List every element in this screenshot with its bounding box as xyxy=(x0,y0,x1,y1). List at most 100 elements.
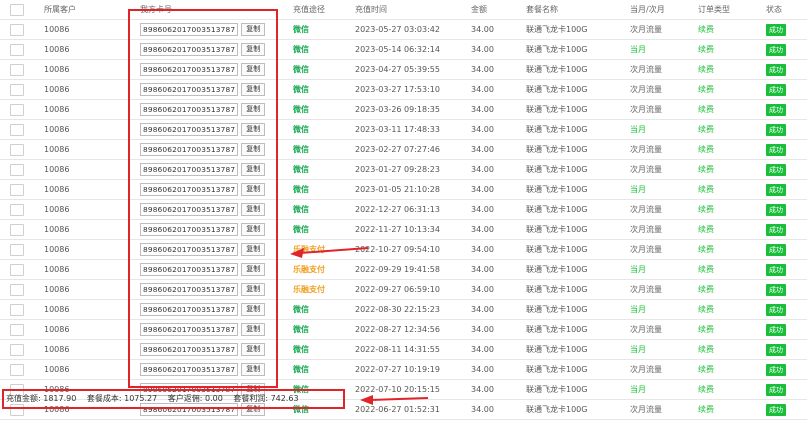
cell-time: 2023-01-05 21:10:28 xyxy=(355,185,440,194)
row-checkbox-cell[interactable] xyxy=(10,360,24,379)
row-checkbox-cell[interactable] xyxy=(10,120,24,139)
cell-amount: 34.00 xyxy=(471,45,494,54)
copy-button[interactable]: 复制 xyxy=(241,323,266,336)
row-checkbox-cell[interactable] xyxy=(10,60,24,79)
cell-month: 次月流量 xyxy=(630,85,662,94)
cell-month: 次月流量 xyxy=(630,145,662,154)
copy-button[interactable]: 复制 xyxy=(241,43,266,56)
row-checkbox[interactable] xyxy=(10,284,24,296)
copy-button[interactable]: 复制 xyxy=(241,123,266,136)
cell-month: 次月流量 xyxy=(630,105,662,114)
cell-channel: 微信 xyxy=(293,325,309,334)
row-checkbox-cell[interactable] xyxy=(10,20,24,39)
copy-button[interactable]: 复制 xyxy=(241,143,266,156)
row-checkbox[interactable] xyxy=(10,184,24,196)
row-checkbox-cell[interactable] xyxy=(10,240,24,259)
cell-order-type: 续费 xyxy=(698,185,714,194)
cell-order-type: 续费 xyxy=(698,325,714,334)
copy-button[interactable]: 复制 xyxy=(241,263,266,276)
cell-status: 成功 xyxy=(766,80,786,99)
cell-plan: 联通飞龙卡100G xyxy=(526,165,588,174)
row-checkbox[interactable] xyxy=(10,24,24,36)
cell-plan: 联通飞龙卡100G xyxy=(526,245,588,254)
row-checkbox[interactable] xyxy=(10,364,24,376)
status-badge: 成功 xyxy=(766,283,786,296)
row-checkbox[interactable] xyxy=(10,324,24,336)
select-all-checkbox-cell[interactable] xyxy=(10,0,24,19)
header-status[interactable]: 状态 xyxy=(766,0,782,19)
row-checkbox-cell[interactable] xyxy=(10,40,24,59)
header-month[interactable]: 当月/次月 xyxy=(630,0,665,19)
cell-time: 2023-05-27 03:03:42 xyxy=(355,25,440,34)
header-card[interactable]: 我方卡号 xyxy=(140,0,172,19)
row-checkbox-cell[interactable] xyxy=(10,220,24,239)
cell-customer: 10086 xyxy=(44,325,70,334)
cell-card: 8986062017003513787 复制 xyxy=(140,140,266,159)
copy-button[interactable]: 复制 xyxy=(241,23,266,36)
row-checkbox-cell[interactable] xyxy=(10,80,24,99)
copy-button[interactable]: 复制 xyxy=(241,183,266,196)
cell-amount: 34.00 xyxy=(471,265,494,274)
row-checkbox[interactable] xyxy=(10,404,24,416)
copy-button[interactable]: 复制 xyxy=(241,363,266,376)
cell-channel: 乐融支付 xyxy=(293,285,325,294)
row-checkbox[interactable] xyxy=(10,84,24,96)
row-checkbox[interactable] xyxy=(10,304,24,316)
row-checkbox-cell[interactable] xyxy=(10,160,24,179)
row-checkbox-cell[interactable] xyxy=(10,260,24,279)
row-checkbox-cell[interactable] xyxy=(10,280,24,299)
row-checkbox[interactable] xyxy=(10,264,24,276)
row-checkbox-cell[interactable] xyxy=(10,180,24,199)
row-checkbox-cell[interactable] xyxy=(10,300,24,319)
header-plan[interactable]: 套餐名称 xyxy=(526,0,558,19)
copy-button[interactable]: 复制 xyxy=(241,243,266,256)
row-checkbox[interactable] xyxy=(10,344,24,356)
summary-recharge-amount: 充值金额: 1817.90 xyxy=(6,394,77,403)
header-amount[interactable]: 金额 xyxy=(471,0,487,19)
row-checkbox-cell[interactable] xyxy=(10,320,24,339)
cell-plan: 联通飞龙卡100G xyxy=(526,205,588,214)
status-badge: 成功 xyxy=(766,263,786,276)
cell-amount: 34.00 xyxy=(471,325,494,334)
row-checkbox-cell[interactable] xyxy=(10,100,24,119)
cell-month: 次月流量 xyxy=(630,405,662,414)
row-checkbox[interactable] xyxy=(10,124,24,136)
header-channel[interactable]: 充值途径 xyxy=(293,0,325,19)
copy-button[interactable]: 复制 xyxy=(241,203,266,216)
cell-card: 8986062017003513787 复制 xyxy=(140,20,266,39)
card-number: 8986062017003513787 xyxy=(140,363,239,376)
copy-button[interactable]: 复制 xyxy=(241,303,266,316)
row-checkbox-cell[interactable] xyxy=(10,340,24,359)
row-checkbox[interactable] xyxy=(10,64,24,76)
cell-channel: 微信 xyxy=(293,365,309,374)
select-all-checkbox[interactable] xyxy=(10,4,24,16)
row-checkbox-cell[interactable] xyxy=(10,200,24,219)
table-row: 10086 8986062017003513787 复制 微信 2023-03-27 1… xyxy=(0,80,807,100)
row-checkbox-cell[interactable] xyxy=(10,140,24,159)
cell-month: 当月 xyxy=(630,265,646,274)
copy-button[interactable]: 复制 xyxy=(241,283,266,296)
header-order-type[interactable]: 订单类型 xyxy=(698,0,730,19)
row-checkbox[interactable] xyxy=(10,204,24,216)
row-checkbox[interactable] xyxy=(10,164,24,176)
copy-button[interactable]: 复制 xyxy=(241,343,266,356)
copy-button[interactable]: 复制 xyxy=(241,63,266,76)
cell-channel: 微信 xyxy=(293,165,309,174)
row-checkbox[interactable] xyxy=(10,44,24,56)
copy-button[interactable]: 复制 xyxy=(241,103,266,116)
cell-customer: 10086 xyxy=(44,225,70,234)
row-checkbox[interactable] xyxy=(10,224,24,236)
copy-button[interactable]: 复制 xyxy=(241,163,266,176)
status-badge: 成功 xyxy=(766,83,786,96)
copy-button[interactable]: 复制 xyxy=(241,223,266,236)
table-row: 10086 8986062017003513787 复制 微信 2022-11-27 1… xyxy=(0,220,807,240)
header-time[interactable]: 充值时间 xyxy=(355,0,387,19)
copy-button[interactable]: 复制 xyxy=(241,83,266,96)
header-customer[interactable]: 所属客户 xyxy=(44,0,76,19)
row-checkbox[interactable] xyxy=(10,244,24,256)
cell-amount: 34.00 xyxy=(471,145,494,154)
row-checkbox[interactable] xyxy=(10,144,24,156)
row-checkbox[interactable] xyxy=(10,104,24,116)
card-number: 8986062017003513787 xyxy=(140,43,239,56)
copy-button[interactable]: 复制 xyxy=(241,403,266,416)
